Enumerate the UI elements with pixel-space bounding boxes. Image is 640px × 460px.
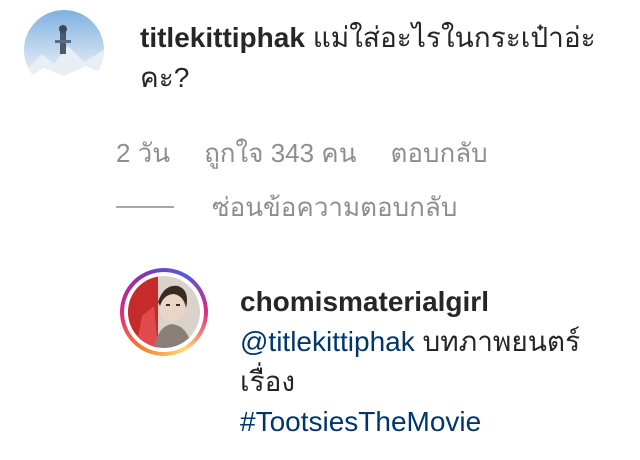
story-ring-inner (124, 272, 204, 352)
comment-body: titlekittiphak แม่ใส่อะไรในกระเป๋าอ่ะคะ? (140, 18, 624, 98)
comment-timestamp[interactable]: 2 วัน (116, 133, 170, 173)
comment-meta: 2 วัน ถูกใจ 343 คน ตอบกลับ (116, 133, 488, 173)
profile-photo-icon (24, 10, 104, 90)
reply-body: chomismaterialgirl @titlekittiphak บทภาพย… (240, 282, 620, 442)
comment-text: titlekittiphak แม่ใส่อะไรในกระเป๋าอ่ะคะ? (140, 18, 624, 98)
hashtag-link[interactable]: #TootsiesTheMovie (240, 406, 481, 437)
commenter-avatar[interactable] (24, 10, 104, 90)
hide-replies-button[interactable]: ซ่อนข้อความตอบกลับ (116, 187, 457, 227)
replier-avatar (128, 276, 200, 348)
hide-replies-label: ซ่อนข้อความตอบกลับ (212, 192, 458, 222)
hide-replies-line (116, 206, 174, 208)
replier-username[interactable]: chomismaterialgirl (240, 286, 489, 317)
likes-count-button[interactable]: ถูกใจ 343 คน (204, 133, 356, 173)
story-ring[interactable] (120, 268, 208, 356)
reply-button[interactable]: ตอบกลับ (390, 133, 487, 173)
mention-link[interactable]: @titlekittiphak (240, 326, 415, 357)
commenter-username[interactable]: titlekittiphak (140, 22, 305, 53)
reply-text: chomismaterialgirl @titlekittiphak บทภาพย… (240, 282, 620, 442)
profile-photo-icon (128, 276, 200, 348)
